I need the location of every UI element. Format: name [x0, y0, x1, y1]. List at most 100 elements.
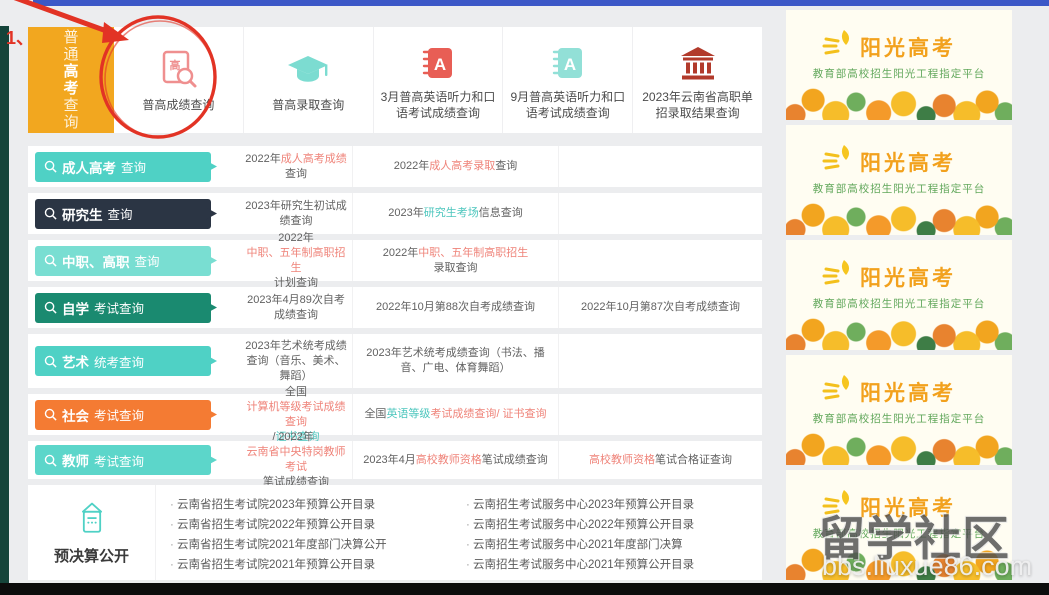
link-segment: 2022年 — [245, 152, 280, 167]
budget-header: 预决算公开 — [28, 485, 156, 580]
budget-link[interactable]: 云南招生考试服务中心2021年度部门决算 — [466, 535, 762, 555]
link-segment: 高校教师资格 — [416, 453, 482, 468]
magnifier-icon — [44, 301, 57, 314]
budget-link[interactable]: 云南省招生考试院2022年预算公开目录 — [170, 515, 466, 535]
query-link — [558, 394, 762, 435]
budget-title: 预决算公开 — [54, 545, 129, 566]
service-label: 9月普高英语听力和口语考试成绩查询 — [509, 89, 626, 121]
doc-search-icon: 高 — [156, 47, 200, 91]
query-link[interactable]: 2022年10月第87次自考成绩查询 — [558, 287, 762, 328]
banner-subtitle: 教育部高校招生阳光工程指定平台 — [786, 296, 1012, 311]
budget-link[interactable]: 云南招生考试服务中心2021年预算公开目录 — [466, 555, 762, 575]
budget-link[interactable]: 云南招生考试服务中心2022年预算公开目录 — [466, 515, 762, 535]
category-tag-chengren-gaokao[interactable]: 成人高考查询 — [35, 152, 211, 182]
sunshine-gaokao-banner[interactable]: 阳光高考 教育部高校招生阳光工程指定平台 — [786, 355, 1012, 465]
category-tag-zhongzhi-gaozhi[interactable]: 中职、高职查询 — [35, 246, 211, 276]
tag-arrow — [206, 255, 217, 267]
service-september-english-listening-query[interactable]: A 9月普高英语听力和口语考试成绩查询 — [503, 27, 633, 133]
link-segment: 2023年4月 — [363, 453, 416, 468]
query-link[interactable]: 2023年艺术统考成绩查询（书法、播音、广电、体育舞蹈） — [352, 334, 558, 388]
category-tag-yishu-tongkao[interactable]: 艺术统考查询 — [35, 346, 211, 376]
query-link[interactable]: 2022年中职、五年制高职招生计划查询 — [240, 240, 352, 281]
service-pugao-score-query[interactable]: 高 普高成绩查询 — [114, 27, 244, 133]
tag-label: 考试查询 — [94, 298, 144, 317]
link-segment: 2023年 — [388, 206, 423, 221]
service-pugao-admission-query[interactable]: 普高录取查询 — [244, 27, 374, 133]
link-segment: 全国 — [285, 385, 307, 400]
service-march-english-listening-query[interactable]: A 3月普高英语听力和口语考试成绩查询 — [374, 27, 504, 133]
query-link[interactable]: 2022年成人高考录取查询 — [352, 146, 558, 187]
budget-link[interactable]: 云南省招生考试院2023年预算公开目录 — [170, 495, 466, 515]
query-link[interactable]: 全国英语等级考试成绩查询 / 证书查询 — [352, 394, 558, 435]
banner-subtitle: 教育部高校招生阳光工程指定平台 — [786, 66, 1012, 81]
tab-label: 高考 — [63, 63, 79, 97]
query-link[interactable]: 2023年4月89次自考成绩查询 — [240, 287, 352, 328]
tag-label: 查询 — [121, 157, 146, 176]
category-tag-jiaoshi-kaoshi[interactable]: 教师考试查询 — [35, 445, 211, 475]
sunshine-gaokao-banner[interactable]: 阳光高考 教育部高校招生阳光工程指定平台 — [786, 240, 1012, 350]
link-segment: 高校教师资格 — [589, 453, 655, 468]
link-segment: 2022年 — [278, 430, 313, 445]
query-link — [558, 334, 762, 388]
service-gaozhi-danzhao-result-query[interactable]: 2023年云南省高职单招录取结果查询 — [633, 27, 762, 133]
tab-label: 查询 — [63, 97, 79, 131]
link-segment: 录取查询 — [434, 261, 478, 276]
link-segment: 研究生考场 — [424, 206, 479, 221]
query-link — [558, 146, 762, 187]
tag-label: 自学 — [62, 298, 89, 318]
magnifier-icon — [44, 355, 57, 368]
link-segment: 2023年研究生初试成绩查询 — [242, 199, 350, 229]
budget-column-provincial: 云南省招生考试院2023年预算公开目录 云南省招生考试院2022年预算公开目录 … — [170, 495, 466, 580]
query-row-chengren-gaokao: 成人高考查询 2022年成人高考成绩查询 2022年成人高考录取查询 — [28, 146, 762, 187]
link-segment: 2023年艺术统考成绩查询（音乐、美术、舞蹈） — [242, 339, 350, 384]
query-link[interactable]: 2022年10月第88次自考成绩查询 — [352, 287, 558, 328]
sunshine-gaokao-banner[interactable]: 阳光高考 教育部高校招生阳光工程指定平台 — [786, 125, 1012, 235]
link-segment: 查询 — [285, 167, 307, 182]
bank-icon — [677, 39, 719, 83]
query-row-jiaoshi-kaoshi: 教师考试查询 2022年云南省中央特岗教师考试笔试成绩查询 2023年4月高校教… — [28, 441, 762, 479]
link-segment: / 证书查询 — [496, 407, 546, 422]
query-link[interactable]: 全国计算机等级考试成绩查询 / 证书查询 — [240, 394, 352, 435]
query-link[interactable]: 2022年中职、五年制高职招生录取查询 — [352, 240, 558, 281]
tag-label: 社会 — [62, 405, 89, 425]
page: 普通 高考 查询 高 普高成绩查询 — [0, 0, 1049, 595]
banner-title: 阳光高考 — [786, 377, 1012, 407]
budget-link[interactable]: 云南省招生考试院2021年预算公开目录 — [170, 555, 466, 575]
tab-putong-gaokao-query[interactable]: 普通 高考 查询 — [28, 27, 114, 133]
category-tag-yanjiusheng[interactable]: 研究生查询 — [35, 199, 211, 229]
tag-label: 中职、高职 — [62, 251, 130, 271]
sunflower-band — [786, 314, 1012, 350]
budget-link[interactable]: 云南招生考试服务中心2023年预算公开目录 — [466, 495, 762, 515]
query-link[interactable]: 2023年研究生考场信息查询 — [352, 193, 558, 234]
magnifier-icon — [44, 454, 57, 467]
tag-label: 研究生 — [62, 204, 103, 224]
link-segment: 2022年10月第88次自考成绩查询 — [376, 300, 535, 315]
budget-link[interactable]: 云南省招生考试院2021年度部门决算公开 — [170, 535, 466, 555]
query-link[interactable]: 2022年云南省中央特岗教师考试笔试成绩查询 — [240, 441, 352, 479]
query-link[interactable]: 2023年4月高校教师资格笔试成绩查询 — [352, 441, 558, 479]
query-link[interactable]: 2022年成人高考成绩查询 — [240, 146, 352, 187]
link-segment: 英语等级 — [386, 407, 430, 422]
sunshine-gaokao-banner[interactable]: 阳光高考 教育部高校招生阳光工程指定平台 — [786, 10, 1012, 120]
query-link — [558, 193, 762, 234]
link-segment: 2023年艺术统考成绩查询（书法、播音、广电、体育舞蹈） — [361, 346, 550, 376]
link-segment: 2022年10月第87次自考成绩查询 — [581, 300, 740, 315]
budget-disclosure-card: 预决算公开 云南省招生考试院2023年预算公开目录 云南省招生考试院2022年预… — [28, 485, 762, 580]
magnifier-icon — [44, 160, 57, 173]
link-segment: 笔试成绩查询 — [482, 453, 548, 468]
category-tag-shehui-kaoshi[interactable]: 社会考试查询 — [35, 400, 211, 430]
tag-label: 艺术 — [62, 351, 89, 371]
query-link[interactable]: 高校教师资格笔试合格证查询 — [558, 441, 762, 479]
tag-arrow — [206, 302, 217, 314]
query-row-yanjiusheng: 研究生查询 2023年研究生初试成绩查询 2023年研究生考场信息查询 — [28, 193, 762, 234]
ballot-box-icon — [72, 499, 112, 539]
tag-label: 统考查询 — [94, 352, 144, 371]
tag-label: 查询 — [135, 251, 160, 270]
link-segment: 2022年 — [278, 231, 313, 246]
link-segment: 2023年4月89次自考成绩查询 — [242, 293, 350, 323]
query-link[interactable]: 2023年艺术统考成绩查询（音乐、美术、舞蹈） — [240, 334, 352, 388]
category-tag-zixue-kaoshi[interactable]: 自学考试查询 — [35, 293, 211, 323]
query-link[interactable]: 2023年研究生初试成绩查询 — [240, 193, 352, 234]
tag-label: 教师 — [62, 450, 89, 470]
banner-title: 阳光高考 — [786, 32, 1012, 62]
